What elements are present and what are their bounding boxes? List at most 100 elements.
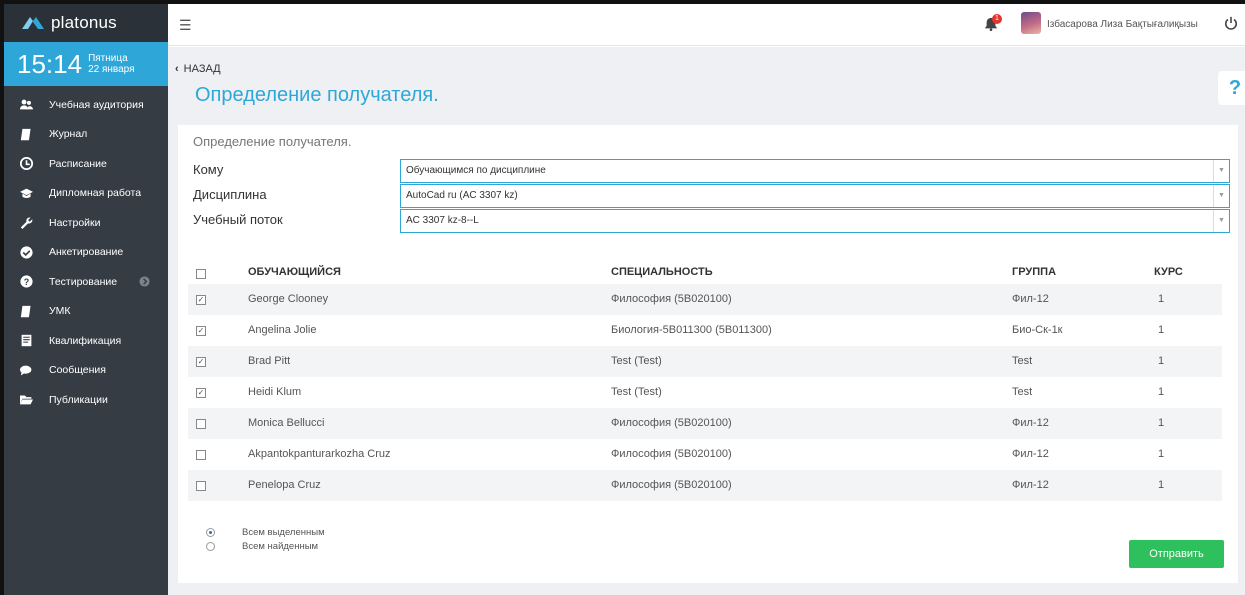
discipline-select-value: AutoCad ru (AC 3307 kz)	[406, 190, 518, 201]
column-header-course: КУРС	[1154, 266, 1183, 278]
student-specialty: Test (Test)	[611, 386, 662, 398]
user-name[interactable]: Ізбасарова Лиза Бақтығалиқызы	[1047, 19, 1198, 30]
student-course: 1	[1158, 293, 1165, 305]
sidebar-item-journal[interactable]: Журнал	[4, 120, 168, 150]
to-label: Кому	[193, 162, 224, 177]
student-specialty: Философия (5B020100)	[611, 417, 732, 429]
form-row-discipline: Дисциплина AutoCad ru (AC 3307 kz) ▼	[193, 184, 1230, 208]
student-name: Brad Pitt	[248, 355, 291, 367]
panel-title: Определение получателя.	[193, 134, 352, 149]
table-row[interactable]: ✓ Angelina Jolie Биология-5В011300 (5В01…	[188, 315, 1222, 346]
users-icon	[18, 98, 34, 112]
row-checkbox[interactable]: ✓	[196, 295, 206, 305]
column-header-specialty: СПЕЦИАЛЬНОСТЬ	[611, 266, 713, 278]
sidebar-item-label: Учебная аудитория	[49, 98, 144, 111]
row-checkbox[interactable]: ✓	[196, 326, 206, 336]
sidebar-item-label: Журнал	[49, 128, 88, 141]
student-name: Heidi Klum	[248, 386, 302, 398]
chevron-right-icon	[139, 276, 150, 287]
select-all-checkbox[interactable]	[196, 269, 206, 279]
sidebar-item-label: Квалификация	[49, 334, 122, 347]
back-label: НАЗАД	[183, 63, 221, 75]
sidebar-item-label: Расписание	[49, 157, 107, 170]
document-icon	[18, 334, 34, 348]
student-name: George Clooney	[248, 293, 329, 305]
table-row[interactable]: Monica Bellucci Философия (5B020100) Фил…	[188, 408, 1222, 439]
sidebar-nav: Учебная аудитория Журнал Расписание Дипл…	[4, 86, 168, 415]
sidebar-item-qualification[interactable]: Квалификация	[4, 326, 168, 356]
student-course: 1	[1158, 448, 1165, 460]
book-icon	[18, 304, 34, 318]
row-checkbox[interactable]	[196, 450, 206, 460]
student-specialty: Биология-5В011300 (5В011300)	[611, 324, 772, 336]
students-table: ✓ George Clooney Философия (5B020100) Фи…	[188, 284, 1222, 501]
check-circle-icon	[18, 245, 34, 259]
chevron-down-icon: ▼	[1213, 160, 1229, 182]
row-checkbox[interactable]	[196, 419, 206, 429]
row-checkbox[interactable]	[196, 481, 206, 491]
folder-open-icon	[18, 393, 34, 407]
notifications-badge: 1	[992, 14, 1002, 24]
form-row-stream: Учебный поток AC 3307 kz-8--L ▼	[193, 209, 1230, 233]
clock-day: 22 января	[88, 64, 135, 75]
student-course: 1	[1158, 417, 1165, 429]
comments-icon	[18, 363, 34, 377]
radio-button[interactable]	[206, 542, 215, 551]
form-row-to: Кому Обучающимся по дисциплине ▼	[193, 159, 1230, 183]
student-name: Penelopa Cruz	[248, 479, 321, 491]
sidebar-item-survey[interactable]: Анкетирование	[4, 238, 168, 268]
table-row[interactable]: Penelopa Cruz Философия (5B020100) Фил-1…	[188, 470, 1222, 501]
question-circle-icon: ?	[18, 275, 34, 289]
sidebar-item-schedule[interactable]: Расписание	[4, 149, 168, 179]
table-row[interactable]: Akpantokpanturarkozha Cruz Философия (5B…	[188, 439, 1222, 470]
sidebar-item-publications[interactable]: Публикации	[4, 385, 168, 415]
student-group: Фил-12	[1012, 479, 1049, 491]
power-icon[interactable]	[1224, 16, 1238, 30]
table-header: ОБУЧАЮЩИЙСЯ СПЕЦИАЛЬНОСТЬ ГРУППА КУРС	[196, 263, 1216, 283]
sidebar-item-label: Тестирование	[49, 275, 118, 288]
back-link[interactable]: ‹ НАЗАД	[175, 63, 221, 75]
table-row[interactable]: ✓ Heidi Klum Test (Test) Test 1	[188, 377, 1222, 408]
chevron-down-icon: ▼	[1213, 210, 1229, 232]
sidebar: platonus 15:14 Пятница 22 января Учебная…	[4, 4, 168, 595]
row-checkbox[interactable]: ✓	[196, 388, 206, 398]
student-specialty: Философия (5B020100)	[611, 448, 732, 460]
table-row[interactable]: ✓ George Clooney Философия (5B020100) Фи…	[188, 284, 1222, 315]
help-button[interactable]: ?	[1218, 71, 1245, 105]
table-row[interactable]: ✓ Brad Pitt Test (Test) Test 1	[188, 346, 1222, 377]
stream-select-value: AC 3307 kz-8--L	[406, 215, 479, 226]
clock-date: Пятница 22 января	[88, 53, 134, 75]
row-checkbox[interactable]: ✓	[196, 357, 206, 367]
stream-select[interactable]: AC 3307 kz-8--L ▼	[400, 209, 1230, 233]
sidebar-item-settings[interactable]: Настройки	[4, 208, 168, 238]
logo[interactable]: platonus	[4, 4, 168, 42]
student-group: Фил-12	[1012, 448, 1049, 460]
sidebar-item-label: Анкетирование	[49, 246, 124, 259]
radio-button[interactable]	[206, 528, 215, 537]
menu-toggle-icon[interactable]: ☰	[179, 17, 192, 34]
avatar[interactable]	[1021, 12, 1041, 34]
sidebar-item-label: Сообщения	[49, 364, 106, 377]
sidebar-item-diploma[interactable]: Дипломная работа	[4, 179, 168, 209]
column-header-student: ОБУЧАЮЩИЙСЯ	[248, 266, 341, 278]
student-course: 1	[1158, 355, 1165, 367]
discipline-select[interactable]: AutoCad ru (AC 3307 kz) ▼	[400, 184, 1230, 208]
sidebar-item-umk[interactable]: УМК	[4, 297, 168, 327]
sidebar-item-testing[interactable]: ? Тестирование	[4, 267, 168, 297]
topbar: ☰ 1 Ізбасарова Лиза Бақтығалиқызы	[168, 4, 1245, 46]
to-select[interactable]: Обучающимся по дисциплине ▼	[400, 159, 1230, 183]
column-header-group: ГРУППА	[1012, 266, 1057, 278]
sidebar-item-classroom[interactable]: Учебная аудитория	[4, 90, 168, 120]
chevron-left-icon: ‹	[175, 63, 179, 75]
student-group: Фил-12	[1012, 417, 1049, 429]
sidebar-item-label: Дипломная работа	[49, 187, 142, 200]
clock-icon	[18, 157, 34, 171]
chevron-down-icon: ▼	[1213, 185, 1229, 207]
page-title: Определение получателя.	[195, 84, 439, 106]
student-course: 1	[1158, 324, 1165, 336]
discipline-label: Дисциплина	[193, 187, 267, 202]
sidebar-item-messages[interactable]: Сообщения	[4, 356, 168, 386]
recipient-panel: Определение получателя. Кому Обучающимся…	[178, 125, 1238, 583]
sidebar-item-label: Публикации	[49, 393, 108, 406]
send-button[interactable]: Отправить	[1129, 540, 1224, 568]
